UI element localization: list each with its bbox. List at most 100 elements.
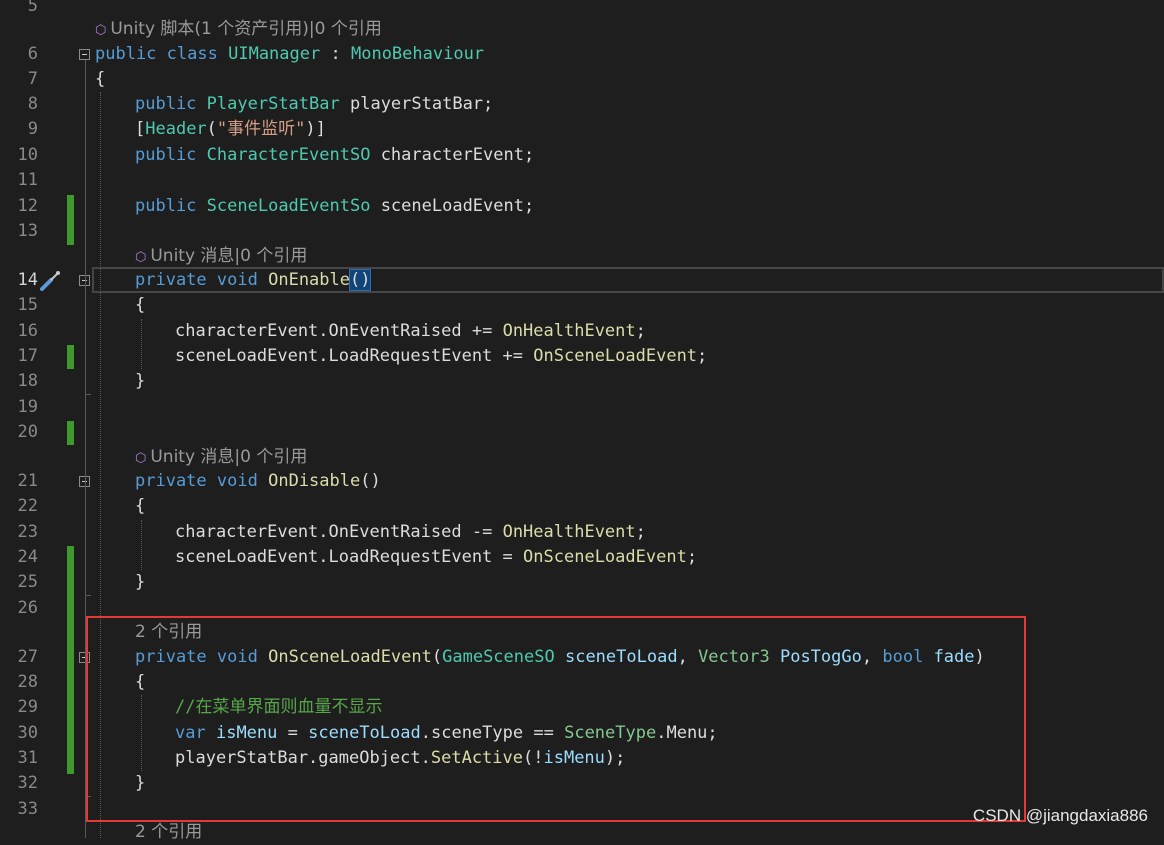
code-line-14: 14 private void OnEnable() — [0, 268, 1164, 293]
operator: = — [502, 547, 513, 567]
line-number: 30 — [17, 723, 38, 743]
member-name: LoadRequestEvent — [328, 346, 493, 366]
code-line-19: 19 — [0, 395, 1164, 420]
code-line-10: 10 public CharacterEventSO characterEven… — [0, 143, 1164, 168]
codelens-references-link[interactable]: ⬡ Unity 消息|0 个引用 — [135, 445, 307, 471]
change-marker — [67, 421, 74, 445]
identifier: characterEvent; — [380, 145, 535, 165]
member-name: LoadRequestEvent — [328, 547, 493, 567]
punctuation: ; — [635, 321, 646, 341]
line-number: 27 — [17, 647, 38, 667]
code-line-18: 18 } — [0, 369, 1164, 394]
code-text: sceneLoadEvent.LoadRequestEvent += OnSce… — [175, 344, 707, 369]
punctuation: ; — [686, 547, 698, 567]
code-line-23: 23 characterEvent.OnEventRaised -= OnHea… — [0, 520, 1164, 545]
line-number: 7 — [27, 69, 38, 89]
code-text: } — [135, 572, 146, 592]
punctuation: ; — [635, 522, 646, 542]
punctuation: [ — [135, 119, 146, 139]
identifier: characterEvent. — [175, 522, 329, 542]
line-number: 19 — [17, 397, 38, 417]
identifier: playerStatBar; — [349, 94, 494, 114]
keyword: public — [135, 145, 197, 165]
punctuation: () — [360, 471, 381, 491]
codelens-text: Unity 消息|0 个引用 — [150, 447, 308, 467]
line-number: 17 — [17, 346, 38, 366]
code-line-17: 17 sceneLoadEvent.LoadRequestEvent += On… — [0, 344, 1164, 369]
method-name: OnEnable — [268, 270, 350, 290]
operator: -= — [471, 522, 493, 542]
punctuation: ( — [206, 119, 217, 139]
code-text: private void OnEnable() — [135, 268, 372, 293]
keyword: void — [216, 270, 258, 290]
handler-name: OnHealthEvent — [502, 321, 636, 341]
line-number: 16 — [17, 321, 38, 341]
identifier: sceneLoadEvent. — [175, 547, 329, 567]
line-number: 23 — [17, 522, 38, 542]
line-number: 33 — [17, 799, 38, 819]
method-name: OnDisable — [268, 471, 361, 491]
keyword: public — [135, 196, 197, 216]
codelens-line[interactable]: ⬡ Unity 脚本(1 个资产引用)|0 个引用 — [0, 17, 1164, 42]
line-number: 26 — [17, 598, 38, 618]
line-number: 22 — [17, 496, 38, 516]
codelens-line[interactable]: ⬡ Unity 消息|0 个引用 — [0, 445, 1164, 470]
string-literal: "事件监听" — [216, 119, 306, 139]
code-text: { — [95, 69, 106, 89]
attribute-name: Header — [145, 119, 207, 139]
line-number: 25 — [17, 572, 38, 592]
member-name: OnEventRaised — [328, 522, 462, 542]
outline-tick — [85, 595, 91, 596]
line-number: 12 — [17, 196, 38, 216]
line-number-current: 14 — [17, 270, 38, 290]
line-number: 21 — [17, 471, 38, 491]
code-line-13: 13 — [0, 219, 1164, 244]
code-line-15: 15 { — [0, 293, 1164, 318]
operator: += — [502, 346, 524, 366]
codelens-text: Unity 消息|0 个引用 — [150, 246, 308, 266]
keyword: class — [166, 44, 218, 64]
code-editor[interactable]: 5 ⬡ Unity 脚本(1 个资产引用)|0 个引用 6 public clas… — [0, 0, 1164, 842]
line-number: 8 — [27, 94, 38, 114]
collapse-toggle-icon[interactable] — [79, 49, 90, 60]
code-line-25: 25 } — [0, 570, 1164, 595]
line-number: 28 — [17, 672, 38, 692]
code-line-9: 9 [Header("事件监听")] — [0, 117, 1164, 142]
line-number: 13 — [17, 221, 38, 241]
line-number: 15 — [17, 295, 38, 315]
keyword: private — [135, 471, 207, 491]
unity-cube-icon: ⬡ — [95, 23, 107, 38]
code-text: characterEvent.OnEventRaised -= OnHealth… — [175, 520, 646, 545]
line-number: 18 — [17, 371, 38, 391]
indent-guide — [141, 319, 142, 369]
line-number: 20 — [17, 422, 38, 442]
indent-guide — [141, 520, 142, 570]
code-line-24: 24 sceneLoadEvent.LoadRequestEvent = OnS… — [0, 545, 1164, 570]
code-text: public CharacterEventSO characterEvent; — [135, 143, 534, 168]
codelens-references-link[interactable]: ⬡ Unity 脚本(1 个资产引用)|0 个引用 — [95, 17, 382, 43]
base-class: MonoBehaviour — [350, 44, 485, 64]
keyword: public — [135, 94, 197, 114]
line-number: 29 — [17, 697, 38, 717]
punctuation: : — [330, 44, 341, 64]
code-text: { — [135, 295, 146, 315]
code-text: public SceneLoadEventSo sceneLoadEvent; — [135, 194, 534, 219]
watermark-text: CSDN @jiangdaxia886 — [972, 806, 1148, 825]
identifier: sceneLoadEvent. — [175, 346, 329, 366]
code-line-7: 7 { — [0, 67, 1164, 92]
unity-cube-icon: ⬡ — [135, 451, 147, 466]
handler-name: OnSceneLoadEvent — [533, 346, 698, 366]
line-number: 24 — [17, 547, 38, 567]
code-text: public PlayerStatBar playerStatBar; — [135, 92, 493, 117]
codelens-references-link[interactable]: 2 个引用 — [135, 820, 202, 845]
codelens-line[interactable]: ⬡ Unity 消息|0 个引用 — [0, 244, 1164, 269]
code-text: } — [135, 371, 146, 391]
keyword: void — [216, 471, 258, 491]
change-marker — [67, 195, 74, 245]
line-number: 32 — [17, 773, 38, 793]
code-line-21: 21 private void OnDisable() — [0, 469, 1164, 494]
code-line-20: 20 — [0, 420, 1164, 445]
change-marker — [67, 546, 74, 774]
member-name: OnEventRaised — [328, 321, 462, 341]
codelens-text: Unity 脚本(1 个资产引用)|0 个引用 — [110, 19, 382, 39]
